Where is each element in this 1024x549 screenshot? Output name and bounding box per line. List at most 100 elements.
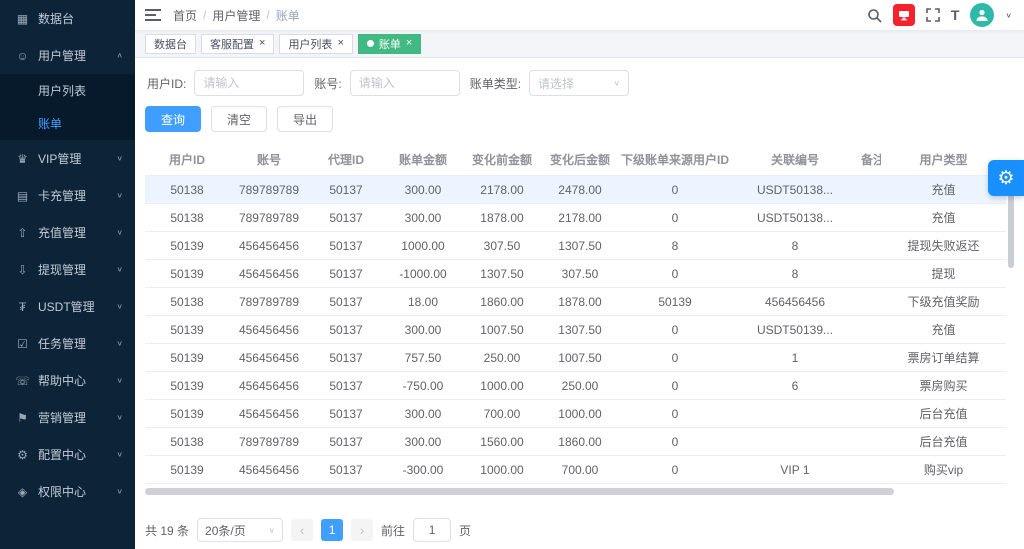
table-cell: 50139 [145, 372, 229, 400]
close-icon[interactable]: × [406, 38, 412, 49]
settings-fab-button[interactable]: ⚙ [988, 160, 1024, 196]
table-cell: 456456456 [229, 260, 309, 288]
vertical-scrollbar[interactable] [1008, 174, 1014, 496]
error-log-button[interactable] [893, 4, 915, 26]
page-1-button[interactable]: 1 [321, 519, 343, 541]
sidebar-item-label: 配置中心 [38, 446, 116, 463]
table-row[interactable]: 5013945645645650137-750.001000.00250.000… [145, 372, 1006, 400]
vertical-scrollbar-thumb[interactable] [1008, 192, 1014, 268]
clear-button[interactable]: 清空 [211, 106, 267, 132]
close-icon[interactable]: × [259, 38, 265, 49]
filter-bar: 用户ID: 账号: 账单类型: 请选择 ∨ [145, 70, 1014, 96]
table-cell: 50137 [309, 372, 383, 400]
pagination: 共 19 条 20条/页 ∨ ‹ 1 › 前往 页 [145, 518, 1014, 542]
table-cell: USDT50139... [731, 316, 859, 344]
table-cell: 1007.50 [541, 344, 619, 372]
hamburger-icon[interactable] [145, 8, 161, 22]
page-size-select[interactable]: 20条/页 ∨ [197, 518, 283, 542]
table-cell: 456456456 [229, 232, 309, 260]
table-cell: -1000.00 [383, 260, 463, 288]
table-cell: 50138 [145, 288, 229, 316]
sidebar-item-提现管理[interactable]: ⇩提现管理∨ [0, 251, 135, 288]
table-row[interactable]: 5013945645645650137300.001007.501307.500… [145, 316, 1006, 344]
horizontal-scrollbar[interactable] [145, 488, 1006, 496]
table-cell: 18.00 [383, 288, 463, 316]
recharge-icon: ⇧ [15, 226, 30, 240]
chevron-down-icon: ∨ [116, 487, 123, 496]
table-cell: 789789789 [229, 288, 309, 316]
table-cell: 提现 [881, 260, 1006, 288]
tab-数据台[interactable]: 数据台 [145, 34, 196, 54]
account-input[interactable] [350, 70, 460, 96]
table-cell: 票房订单结算 [881, 344, 1006, 372]
sidebar-item-数据台[interactable]: ▦数据台 [0, 0, 135, 37]
table-cell: 50137 [309, 260, 383, 288]
table-cell: 50139 [145, 456, 229, 484]
table-cell: 1000.00 [383, 232, 463, 260]
table-row[interactable]: 5013945645645650137757.50250.001007.5001… [145, 344, 1006, 372]
table-cell: 1860.00 [463, 288, 541, 316]
column-header: 变化前金额 [463, 144, 541, 176]
table-cell [859, 456, 881, 484]
sidebar-item-label: 任务管理 [38, 335, 116, 352]
search-icon[interactable] [867, 8, 882, 23]
table-cell: 0 [619, 316, 731, 344]
table-row[interactable]: 5013945645645650137-300.001000.00700.000… [145, 456, 1006, 484]
table-row[interactable]: 5013878978978950137300.001560.001860.000… [145, 428, 1006, 456]
table-cell: 0 [619, 176, 731, 204]
close-icon[interactable]: × [337, 38, 343, 49]
sidebar-item-账单[interactable]: 账单 [0, 107, 135, 140]
table-row[interactable]: 5013945645645650137-1000.001307.50307.50… [145, 260, 1006, 288]
fullscreen-icon[interactable] [926, 8, 940, 22]
goto-page-input[interactable] [413, 518, 451, 542]
table-cell: 456456456 [229, 344, 309, 372]
breadcrumb-separator: / [203, 8, 206, 22]
chevron-down-icon: ∨ [116, 265, 123, 274]
prev-page-button[interactable]: ‹ [291, 519, 313, 541]
table-row[interactable]: 501387897897895013718.001860.001878.0050… [145, 288, 1006, 316]
chevron-down-icon: ∨ [116, 191, 123, 200]
table-cell: 0 [619, 428, 731, 456]
tab-用户列表[interactable]: 用户列表× [279, 34, 352, 54]
export-button[interactable]: 导出 [277, 106, 333, 132]
avatar[interactable] [970, 3, 994, 27]
table-cell: -300.00 [383, 456, 463, 484]
bill-type-select[interactable]: 请选择 ∨ [529, 70, 629, 96]
table-cell: 票房购买 [881, 372, 1006, 400]
table-cell: 50137 [309, 176, 383, 204]
sidebar-item-营销管理[interactable]: ⚑营销管理∨ [0, 399, 135, 436]
tab-账单[interactable]: 账单× [358, 34, 421, 54]
table-row[interactable]: 5013878978978950137300.002178.002478.000… [145, 176, 1006, 204]
table-row[interactable]: 5013945645645650137300.00700.001000.000后… [145, 400, 1006, 428]
active-tab-dot [367, 40, 374, 47]
sidebar-item-用户管理[interactable]: ☺用户管理∧ [0, 37, 135, 74]
search-button[interactable]: 查询 [145, 106, 201, 132]
chevron-down-icon[interactable]: ∨ [1005, 11, 1012, 20]
sidebar-item-充值管理[interactable]: ⇧充值管理∨ [0, 214, 135, 251]
breadcrumb-item[interactable]: 用户管理 [212, 7, 260, 24]
sidebar-item-配置中心[interactable]: ⚙配置中心∨ [0, 436, 135, 473]
sidebar-item-VIP管理[interactable]: ♛VIP管理∨ [0, 140, 135, 177]
chevron-down-icon: ∨ [613, 79, 620, 88]
user-id-input[interactable] [194, 70, 304, 96]
sidebar-item-卡充管理[interactable]: ▤卡充管理∨ [0, 177, 135, 214]
sidebar-item-label: 卡充管理 [38, 187, 116, 204]
table-row[interactable]: 5013878978978950137300.001878.002178.000… [145, 204, 1006, 232]
font-size-icon[interactable]: T [951, 7, 960, 23]
content-card: 用户ID: 账号: 账单类型: 请选择 ∨ 查询 清空 导出 [135, 58, 1024, 549]
table-row[interactable]: 50139456456456501371000.00307.501307.508… [145, 232, 1006, 260]
sidebar-item-任务管理[interactable]: ☑任务管理∨ [0, 325, 135, 362]
marketing-icon: ⚑ [15, 411, 30, 425]
sidebar-item-权限中心[interactable]: ◈权限中心∨ [0, 473, 135, 510]
breadcrumb-item[interactable]: 首页 [173, 7, 197, 24]
tab-客服配置[interactable]: 客服配置× [201, 34, 274, 54]
dashboard-icon: ▦ [15, 12, 30, 26]
table-cell: 提现失败返还 [881, 232, 1006, 260]
next-page-button[interactable]: › [351, 519, 373, 541]
chevron-down-icon: ∨ [116, 228, 123, 237]
table-cell: 下级充值奖励 [881, 288, 1006, 316]
sidebar-item-用户列表[interactable]: 用户列表 [0, 74, 135, 107]
sidebar-item-帮助中心[interactable]: ☏帮助中心∨ [0, 362, 135, 399]
horizontal-scrollbar-thumb[interactable] [145, 488, 894, 495]
sidebar-item-USDT管理[interactable]: ₮USDT管理∨ [0, 288, 135, 325]
